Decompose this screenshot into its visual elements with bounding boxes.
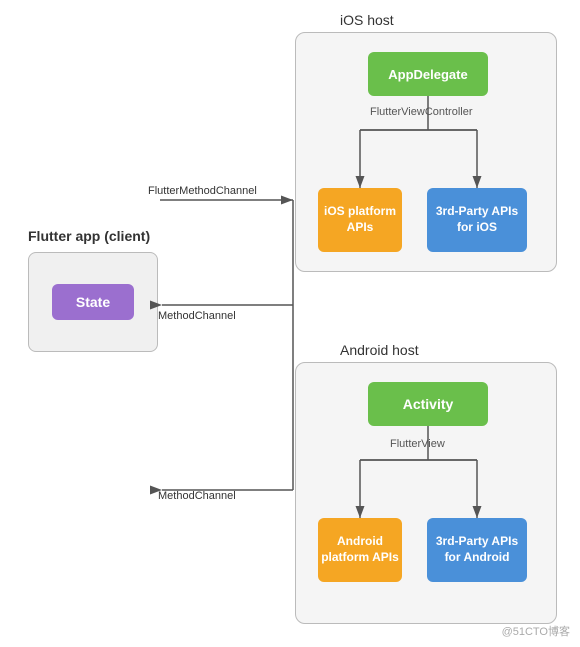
android-host-label: Android host <box>340 342 419 358</box>
flutter-client-box: State <box>28 252 158 352</box>
android-platform-apis-box: Android platform APIs <box>318 518 402 582</box>
android-3rdparty-box: 3rd-Party APIs for Android <box>427 518 527 582</box>
flutter-view-label: FlutterView <box>390 438 445 450</box>
ios-platform-apis-box: iOS platform APIs <box>318 188 402 252</box>
flutter-client-label: Flutter app (client) <box>28 228 150 244</box>
state-box: State <box>52 284 134 320</box>
watermark: @51CTO博客 <box>502 623 570 639</box>
method-channel-top-label: MethodChannel <box>158 310 236 322</box>
method-channel-bottom-label: MethodChannel <box>158 490 236 502</box>
flutter-method-channel-label: FlutterMethodChannel <box>148 185 257 197</box>
flutter-view-controller-label: FlutterViewController <box>370 106 473 118</box>
diagram-container: Flutter app (client) State iOS host AppD… <box>0 0 580 647</box>
ios-3rdparty-box: 3rd-Party APIs for iOS <box>427 188 527 252</box>
app-delegate-box: AppDelegate <box>368 52 488 96</box>
activity-box: Activity <box>368 382 488 426</box>
ios-host-label: iOS host <box>340 12 394 28</box>
